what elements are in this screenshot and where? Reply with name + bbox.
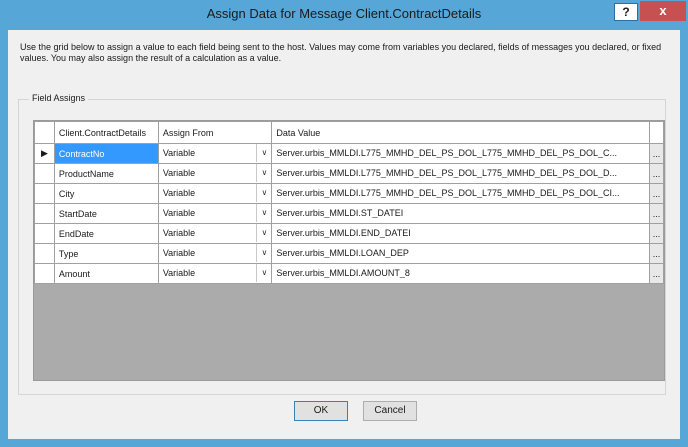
row-header-cell[interactable] xyxy=(34,223,55,244)
data-value-cell[interactable]: Server.urbis_MMLDI.L775_MMHD_DEL_PS_DOL_… xyxy=(271,163,651,184)
field-name-cell[interactable]: Amount xyxy=(53,263,159,284)
assign-from-value: Variable xyxy=(162,188,196,198)
data-value-cell[interactable]: Server.urbis_MMLDI.ST_DATEI xyxy=(271,203,651,224)
assign-from-value: Variable xyxy=(162,248,196,258)
chevron-down-icon[interactable]: ∨ xyxy=(256,144,271,162)
column-header-assign-from[interactable]: Assign From xyxy=(157,121,273,144)
table-row[interactable]: Type Variable ∨ Server.urbis_MMLDI.LOAN_D… xyxy=(34,243,664,264)
chevron-down-icon[interactable]: ∨ xyxy=(256,264,271,282)
assign-from-value: Variable xyxy=(162,228,196,238)
data-value-cell[interactable]: Server.urbis_MMLDI.L775_MMHD_DEL_PS_DOL_… xyxy=(271,143,651,164)
field-assigns-label: Field Assigns xyxy=(29,93,89,103)
assign-from-dropdown[interactable]: Variable ∨ xyxy=(157,243,273,264)
grid-table: Client.ContractDetails Assign From Data … xyxy=(34,121,664,284)
data-value-cell[interactable]: Server.urbis_MMLDI.LOAN_DEP xyxy=(271,243,651,264)
chevron-down-icon[interactable]: ∨ xyxy=(256,244,271,262)
field-assigns-group: Field Assigns Client.ContractDetails Ass… xyxy=(18,93,666,395)
ok-button[interactable]: OK xyxy=(294,401,348,421)
browse-value-button[interactable]: ... xyxy=(649,143,664,164)
data-value-text: Server.urbis_MMLDI.LOAN_DEP xyxy=(276,248,409,258)
grid-header-row: Client.ContractDetails Assign From Data … xyxy=(34,121,664,144)
assign-from-value: Variable xyxy=(162,148,196,158)
data-value-text: Server.urbis_MMLDI.L775_MMHD_DEL_PS_DOL_… xyxy=(276,168,618,178)
assign-from-dropdown[interactable]: Variable ∨ xyxy=(157,183,273,204)
browse-value-button[interactable]: ... xyxy=(649,183,664,204)
data-value-cell[interactable]: Server.urbis_MMLDI.END_DATEI xyxy=(271,223,651,244)
current-row-marker-icon[interactable]: ▶ xyxy=(34,143,55,164)
browse-value-button[interactable]: ... xyxy=(649,223,664,244)
data-value-cell[interactable]: Server.urbis_MMLDI.AMOUNT_8 xyxy=(271,263,651,284)
data-value-text: Server.urbis_MMLDI.L775_MMHD_DEL_PS_DOL_… xyxy=(276,148,618,158)
data-value-text: Server.urbis_MMLDI.ST_DATEI xyxy=(276,208,404,218)
browse-value-button[interactable]: ... xyxy=(649,243,664,264)
dialog-body: Use the grid below to assign a value to … xyxy=(8,30,680,439)
assign-from-dropdown[interactable]: Variable ∨ xyxy=(157,263,273,284)
field-name-cell[interactable]: Type xyxy=(53,243,159,264)
ellipsis-column-header xyxy=(649,121,664,144)
assign-data-dialog: Assign Data for Message Client.ContractD… xyxy=(0,0,688,447)
field-name-cell[interactable]: City xyxy=(53,183,159,204)
chevron-down-icon[interactable]: ∨ xyxy=(256,184,271,202)
assign-from-value: Variable xyxy=(162,208,196,218)
data-value-text: Server.urbis_MMLDI.END_DATEI xyxy=(276,228,411,238)
title-bar[interactable]: Assign Data for Message Client.ContractD… xyxy=(0,0,688,28)
help-button[interactable]: ? xyxy=(614,3,638,21)
table-row[interactable]: EndDate Variable ∨ Server.urbis_MMLDI.END… xyxy=(34,223,664,244)
row-header-cell[interactable] xyxy=(34,163,55,184)
field-name-cell[interactable]: EndDate xyxy=(53,223,159,244)
table-row[interactable]: ▶ ContractNo Variable ∨ Server.urbis_MMLD… xyxy=(34,143,664,164)
assign-from-value: Variable xyxy=(162,168,196,178)
instructions-text: Use the grid below to assign a value to … xyxy=(20,42,662,63)
assign-from-dropdown[interactable]: Variable ∨ xyxy=(157,163,273,184)
close-button[interactable]: x xyxy=(640,1,686,21)
corner-header-cell xyxy=(34,121,55,144)
chevron-down-icon[interactable]: ∨ xyxy=(256,204,271,222)
field-name-cell[interactable]: ContractNo xyxy=(53,143,159,164)
table-row[interactable]: ProductName Variable ∨ Server.urbis_MMLDI… xyxy=(34,163,664,184)
table-row[interactable]: StartDate Variable ∨ Server.urbis_MMLDI.S… xyxy=(34,203,664,224)
assign-from-dropdown[interactable]: Variable ∨ xyxy=(157,223,273,244)
data-value-cell[interactable]: Server.urbis_MMLDI.L775_MMHD_DEL_PS_DOL_… xyxy=(271,183,651,204)
chevron-down-icon[interactable]: ∨ xyxy=(256,224,271,242)
assign-from-dropdown[interactable]: Variable ∨ xyxy=(157,203,273,224)
chevron-down-icon[interactable]: ∨ xyxy=(256,164,271,182)
browse-value-button[interactable]: ... xyxy=(649,203,664,224)
data-value-text: Server.urbis_MMLDI.L775_MMHD_DEL_PS_DOL_… xyxy=(276,188,620,198)
row-header-cell[interactable] xyxy=(34,203,55,224)
data-value-text: Server.urbis_MMLDI.AMOUNT_8 xyxy=(276,268,410,278)
field-name-cell[interactable]: StartDate xyxy=(53,203,159,224)
window-title: Assign Data for Message Client.ContractD… xyxy=(206,6,482,21)
assign-from-value: Variable xyxy=(162,268,196,278)
table-row[interactable]: Amount Variable ∨ Server.urbis_MMLDI.AMOU… xyxy=(34,263,664,284)
field-assigns-grid: Client.ContractDetails Assign From Data … xyxy=(33,120,665,381)
browse-value-button[interactable]: ... xyxy=(649,263,664,284)
cancel-button[interactable]: Cancel xyxy=(363,401,417,421)
column-header-field[interactable]: Client.ContractDetails xyxy=(53,121,159,144)
row-header-cell[interactable] xyxy=(34,243,55,264)
column-header-data-value[interactable]: Data Value xyxy=(271,121,651,144)
row-header-cell[interactable] xyxy=(34,183,55,204)
browse-value-button[interactable]: ... xyxy=(649,163,664,184)
field-name-cell[interactable]: ProductName xyxy=(53,163,159,184)
assign-from-dropdown[interactable]: Variable ∨ xyxy=(157,143,273,164)
row-header-cell[interactable] xyxy=(34,263,55,284)
table-row[interactable]: City Variable ∨ Server.urbis_MMLDI.L775_M… xyxy=(34,183,664,204)
